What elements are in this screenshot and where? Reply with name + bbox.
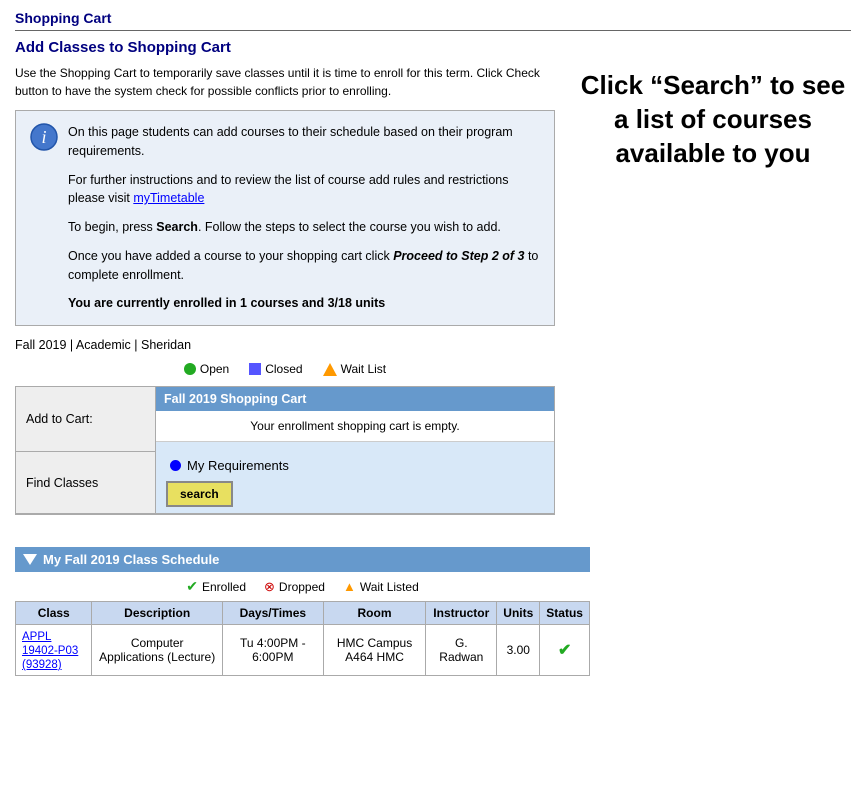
my-requirements-radio[interactable] bbox=[170, 460, 181, 471]
days-times-cell: Tu 4:00PM - 6:00PM bbox=[222, 625, 323, 676]
open-legend-item: Open bbox=[184, 362, 229, 376]
open-label: Open bbox=[200, 362, 229, 376]
open-icon bbox=[184, 363, 196, 375]
col-class: Class bbox=[16, 602, 92, 625]
closed-label: Closed bbox=[265, 362, 302, 376]
page-title: Shopping Cart bbox=[15, 10, 851, 31]
cart-extra-row bbox=[156, 442, 554, 452]
dropped-label: Dropped bbox=[279, 580, 325, 594]
closed-legend-item: Closed bbox=[249, 362, 302, 376]
waitlist-icon bbox=[323, 363, 337, 376]
col-instructor: Instructor bbox=[426, 602, 497, 625]
status-legend: Open Closed Wait List bbox=[15, 362, 555, 376]
col-room: Room bbox=[323, 602, 426, 625]
instructor-cell: G. Radwan bbox=[426, 625, 497, 676]
units-cell: 3.00 bbox=[497, 625, 540, 676]
left-panel: Add Classes to Shopping Cart Use the Sho… bbox=[15, 39, 555, 529]
my-timetable-link[interactable]: myTimetable bbox=[133, 191, 204, 205]
my-requirements-row: My Requirements bbox=[166, 458, 544, 473]
cart-title: Fall 2019 Shopping Cart bbox=[156, 387, 554, 411]
cart-section: Add to Cart: Fall 2019 Shopping Cart You… bbox=[15, 386, 555, 515]
find-classes-content: My Requirements search bbox=[156, 452, 554, 513]
waitlisted-label: Wait Listed bbox=[360, 580, 419, 594]
status-enrolled-icon: ✔ bbox=[558, 642, 571, 659]
schedule-title: My Fall 2019 Class Schedule bbox=[43, 552, 219, 567]
cart-empty-message: Your enrollment shopping cart is empty. bbox=[156, 411, 554, 442]
waitlist-legend-item: Wait List bbox=[323, 362, 387, 376]
info-para-4: Once you have added a course to your sho… bbox=[68, 247, 540, 285]
waitlisted-legend: ▲ Wait Listed bbox=[343, 578, 419, 595]
search-button[interactable]: search bbox=[166, 481, 233, 507]
info-box: i On this page students can add courses … bbox=[15, 110, 555, 326]
add-to-cart-label: Add to Cart: bbox=[16, 387, 156, 452]
waitlist-label: Wait List bbox=[341, 362, 387, 376]
schedule-section: My Fall 2019 Class Schedule ✔ Enrolled ⊗… bbox=[15, 547, 590, 676]
enrolled-legend: ✔ Enrolled bbox=[186, 578, 246, 595]
info-content: On this page students can add courses to… bbox=[68, 123, 540, 313]
my-requirements-label: My Requirements bbox=[187, 458, 289, 473]
enrolled-icon: ✔ bbox=[186, 578, 198, 595]
room-cell: HMC Campus A464 HMC bbox=[323, 625, 426, 676]
section-title: Add Classes to Shopping Cart bbox=[15, 39, 555, 56]
info-icon: i bbox=[30, 123, 58, 151]
intro-text: Use the Shopping Cart to temporarily sav… bbox=[15, 64, 545, 100]
info-para-3: To begin, press Search. Follow the steps… bbox=[68, 218, 540, 237]
table-row: APPL 19402-P03(93928) Computer Applicati… bbox=[16, 625, 590, 676]
dropped-legend: ⊗ Dropped bbox=[264, 578, 325, 595]
info-para-5: You are currently enrolled in 1 courses … bbox=[68, 294, 540, 313]
right-panel: Click “Search” to see a list of courses … bbox=[575, 39, 851, 529]
find-classes-row: Find Classes My Requirements search bbox=[16, 452, 554, 514]
enrolled-label: Enrolled bbox=[202, 580, 246, 594]
col-status: Status bbox=[540, 602, 590, 625]
schedule-legend: ✔ Enrolled ⊗ Dropped ▲ Wait Listed bbox=[15, 578, 590, 595]
col-days-times: Days/Times bbox=[222, 602, 323, 625]
status-cell: ✔ bbox=[540, 625, 590, 676]
info-para-2: For further instructions and to review t… bbox=[68, 171, 540, 209]
closed-icon bbox=[249, 363, 261, 375]
class-link[interactable]: APPL 19402-P03(93928) bbox=[22, 631, 78, 671]
svg-text:i: i bbox=[41, 127, 46, 147]
collapse-icon[interactable] bbox=[23, 554, 37, 565]
cart-content: Fall 2019 Shopping Cart Your enrollment … bbox=[156, 387, 554, 452]
schedule-header-row: Class Description Days/Times Room Instru… bbox=[16, 602, 590, 625]
waitlisted-icon: ▲ bbox=[343, 579, 356, 594]
page-container: Shopping Cart Add Classes to Shopping Ca… bbox=[15, 10, 851, 676]
class-code-cell: APPL 19402-P03(93928) bbox=[16, 625, 92, 676]
callout-text: Click “Search” to see a list of courses … bbox=[575, 69, 851, 170]
description-cell: Computer Applications (Lecture) bbox=[92, 625, 222, 676]
col-units: Units bbox=[497, 602, 540, 625]
schedule-table: Class Description Days/Times Room Instru… bbox=[15, 601, 590, 676]
info-para-1: On this page students can add courses to… bbox=[68, 123, 540, 161]
col-description: Description bbox=[92, 602, 222, 625]
dropped-icon: ⊗ bbox=[264, 579, 275, 595]
cart-header-row: Add to Cart: Fall 2019 Shopping Cart You… bbox=[16, 387, 554, 452]
find-classes-label: Find Classes bbox=[16, 452, 156, 513]
schedule-header: My Fall 2019 Class Schedule bbox=[15, 547, 590, 572]
term-label: Fall 2019 | Academic | Sheridan bbox=[15, 338, 555, 352]
